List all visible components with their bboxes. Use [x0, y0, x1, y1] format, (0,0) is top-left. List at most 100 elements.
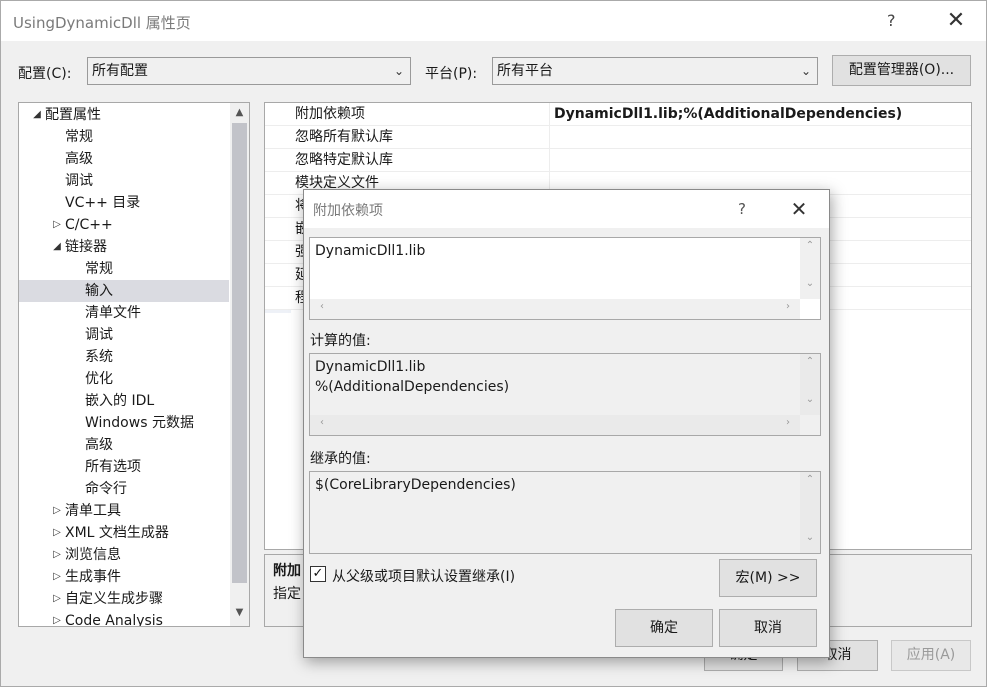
tree-item[interactable]: ▷ 自定义生成步骤 [19, 588, 229, 610]
scroll-down-icon[interactable]: ⌄ [802, 278, 818, 289]
tree-item-label: 所有选项 [85, 459, 141, 475]
edit-horizontal-scrollbar[interactable]: ‹ › [310, 299, 800, 319]
dependencies-edit-box[interactable]: DynamicDll1.lib ⌃ ⌄ ‹ › [309, 237, 821, 320]
apply-button[interactable]: 应用(A) [891, 640, 971, 671]
tree-item[interactable]: ▷ 清单工具 [19, 500, 229, 522]
dialog-cancel-button[interactable]: 取消 [719, 609, 817, 647]
tree-item[interactable]: ◢ 链接器 [19, 236, 229, 258]
edit-vertical-scrollbar[interactable]: ⌃ ⌄ [800, 238, 820, 299]
tree-item[interactable]: 调试 [19, 170, 229, 192]
scroll-left-icon[interactable]: ‹ [314, 301, 330, 312]
additional-dependencies-dialog: 附加依赖项 ? ✕ DynamicDll1.lib ⌃ ⌄ ‹ › 计算的值: … [303, 189, 830, 658]
tree-item-label: 浏览信息 [65, 547, 121, 563]
close-icon[interactable]: ✕ [943, 7, 969, 35]
collapsed-arrow-icon[interactable]: ▷ [51, 214, 63, 236]
tree-item[interactable]: ◢ 配置属性 [19, 104, 229, 126]
expanded-arrow-icon[interactable]: ◢ [31, 104, 43, 126]
tree-item[interactable]: 所有选项 [19, 456, 229, 478]
scroll-right-icon[interactable]: › [780, 417, 796, 428]
tree-item[interactable]: ▷ XML 文档生成器 [19, 522, 229, 544]
tree-item-label: 清单工具 [65, 503, 121, 519]
tree-item-label: 系统 [85, 349, 113, 365]
tree-item[interactable]: 调试 [19, 324, 229, 346]
property-value[interactable] [549, 126, 971, 148]
tree-scrollbar[interactable]: ▲ ▼ [230, 103, 249, 626]
scroll-up-icon[interactable]: ▲ [230, 103, 249, 123]
tree-item[interactable]: ▷ Code Analysis [19, 610, 229, 627]
evaluated-horizontal-scrollbar[interactable]: ‹ › [310, 415, 800, 435]
platform-combo[interactable]: 所有平台 ⌄ [492, 57, 818, 85]
tree-item[interactable]: 常规 [19, 126, 229, 148]
tree-item[interactable]: 清单文件 [19, 302, 229, 324]
property-value[interactable] [549, 149, 971, 171]
help-icon[interactable]: ? [887, 11, 896, 30]
tree-item[interactable]: VC++ 目录 [19, 192, 229, 214]
property-row[interactable]: 附加依赖项 DynamicDll1.lib;%(AdditionalDepende… [265, 103, 971, 126]
help-icon[interactable]: ? [738, 200, 746, 218]
tree-item-label: XML 文档生成器 [65, 525, 169, 541]
scroll-down-icon[interactable]: ▼ [230, 603, 249, 623]
tree-item-label: 优化 [85, 371, 113, 387]
tree-item-label: 链接器 [65, 239, 107, 255]
scroll-up-icon[interactable]: ⌃ [802, 356, 818, 367]
property-name: 忽略特定默认库 [265, 149, 549, 171]
tree-item-label: 高级 [65, 151, 93, 167]
platform-label: 平台(P): [425, 66, 478, 82]
tree-item-label: 嵌入的 IDL [85, 393, 155, 409]
scroll-left-icon[interactable]: ‹ [314, 417, 330, 428]
category-tree: ◢ 配置属性 常规 高级 调试 VC++ 目录 ▷ C/C++ ◢ 链接器 常规 输入 清单文件 调试 系统… [18, 102, 250, 627]
tree-item[interactable]: 嵌入的 IDL [19, 390, 229, 412]
collapsed-arrow-icon[interactable]: ▷ [51, 522, 63, 544]
tree-item[interactable]: 优化 [19, 368, 229, 390]
tree-item[interactable]: ▷ 生成事件 [19, 566, 229, 588]
platform-combo-value: 所有平台 [497, 63, 553, 79]
inherit-checkbox-label[interactable]: 从父级或项目默认设置继承(I) [332, 566, 515, 586]
collapsed-arrow-icon[interactable]: ▷ [51, 588, 63, 610]
tree-item-label: VC++ 目录 [65, 195, 141, 211]
tree-item[interactable]: 高级 [19, 434, 229, 456]
tree-item-label: 自定义生成步骤 [65, 591, 163, 607]
close-icon[interactable]: ✕ [786, 196, 812, 222]
tree-item[interactable]: 命令行 [19, 478, 229, 500]
evaluated-value-label: 计算的值: [310, 333, 371, 349]
tree-item[interactable]: 常规 [19, 258, 229, 280]
scroll-down-icon[interactable]: ⌄ [802, 394, 818, 405]
collapsed-arrow-icon[interactable]: ▷ [51, 610, 63, 626]
inherit-checkbox[interactable]: ✓ [310, 566, 326, 582]
scroll-up-icon[interactable]: ⌃ [802, 240, 818, 251]
macro-button[interactable]: 宏(M) >> [719, 559, 817, 597]
chevron-down-icon: ⌄ [393, 64, 405, 78]
config-manager-button[interactable]: 配置管理器(O)... [832, 55, 971, 86]
tree-item-label: 配置属性 [45, 107, 101, 123]
dependencies-edit-text[interactable]: DynamicDll1.lib [315, 241, 425, 261]
inherited-value-text: $(CoreLibraryDependencies) [315, 477, 516, 493]
evaluated-vertical-scrollbar[interactable]: ⌃ ⌄ [800, 354, 820, 415]
config-combo[interactable]: 所有配置 ⌄ [87, 57, 411, 85]
dialog-ok-button[interactable]: 确定 [615, 609, 713, 647]
tree-item-label: 常规 [85, 261, 113, 277]
tree-item[interactable]: Windows 元数据 [19, 412, 229, 434]
inherited-value-label: 继承的值: [310, 451, 371, 467]
tree-item-label: Code Analysis [65, 613, 163, 627]
tree-item-label: 清单文件 [85, 305, 141, 321]
config-combo-value: 所有配置 [92, 63, 148, 79]
tree-item[interactable]: 系统 [19, 346, 229, 368]
scroll-right-icon[interactable]: › [780, 301, 796, 312]
collapsed-arrow-icon[interactable]: ▷ [51, 566, 63, 588]
tree-item[interactable]: ▷ 浏览信息 [19, 544, 229, 566]
tree-item[interactable]: 高级 [19, 148, 229, 170]
property-row[interactable]: 忽略特定默认库 [265, 149, 971, 172]
tree-item[interactable]: ▷ C/C++ [19, 214, 229, 236]
property-row[interactable]: 忽略所有默认库 [265, 126, 971, 149]
collapsed-arrow-icon[interactable]: ▷ [51, 500, 63, 522]
tree-item[interactable]: 输入 [19, 280, 229, 302]
title-bar: UsingDynamicDll 属性页 ? ✕ [1, 1, 986, 41]
scroll-up-icon[interactable]: ⌃ [802, 474, 818, 485]
tree-item-label: C/C++ [65, 217, 113, 233]
collapsed-arrow-icon[interactable]: ▷ [51, 544, 63, 566]
scroll-down-icon[interactable]: ⌄ [802, 532, 818, 543]
expanded-arrow-icon[interactable]: ◢ [51, 236, 63, 258]
tree-scroll-thumb[interactable] [232, 123, 247, 583]
inherited-vertical-scrollbar[interactable]: ⌃ ⌄ [800, 472, 820, 553]
property-value[interactable]: DynamicDll1.lib;%(AdditionalDependencies… [549, 103, 971, 125]
